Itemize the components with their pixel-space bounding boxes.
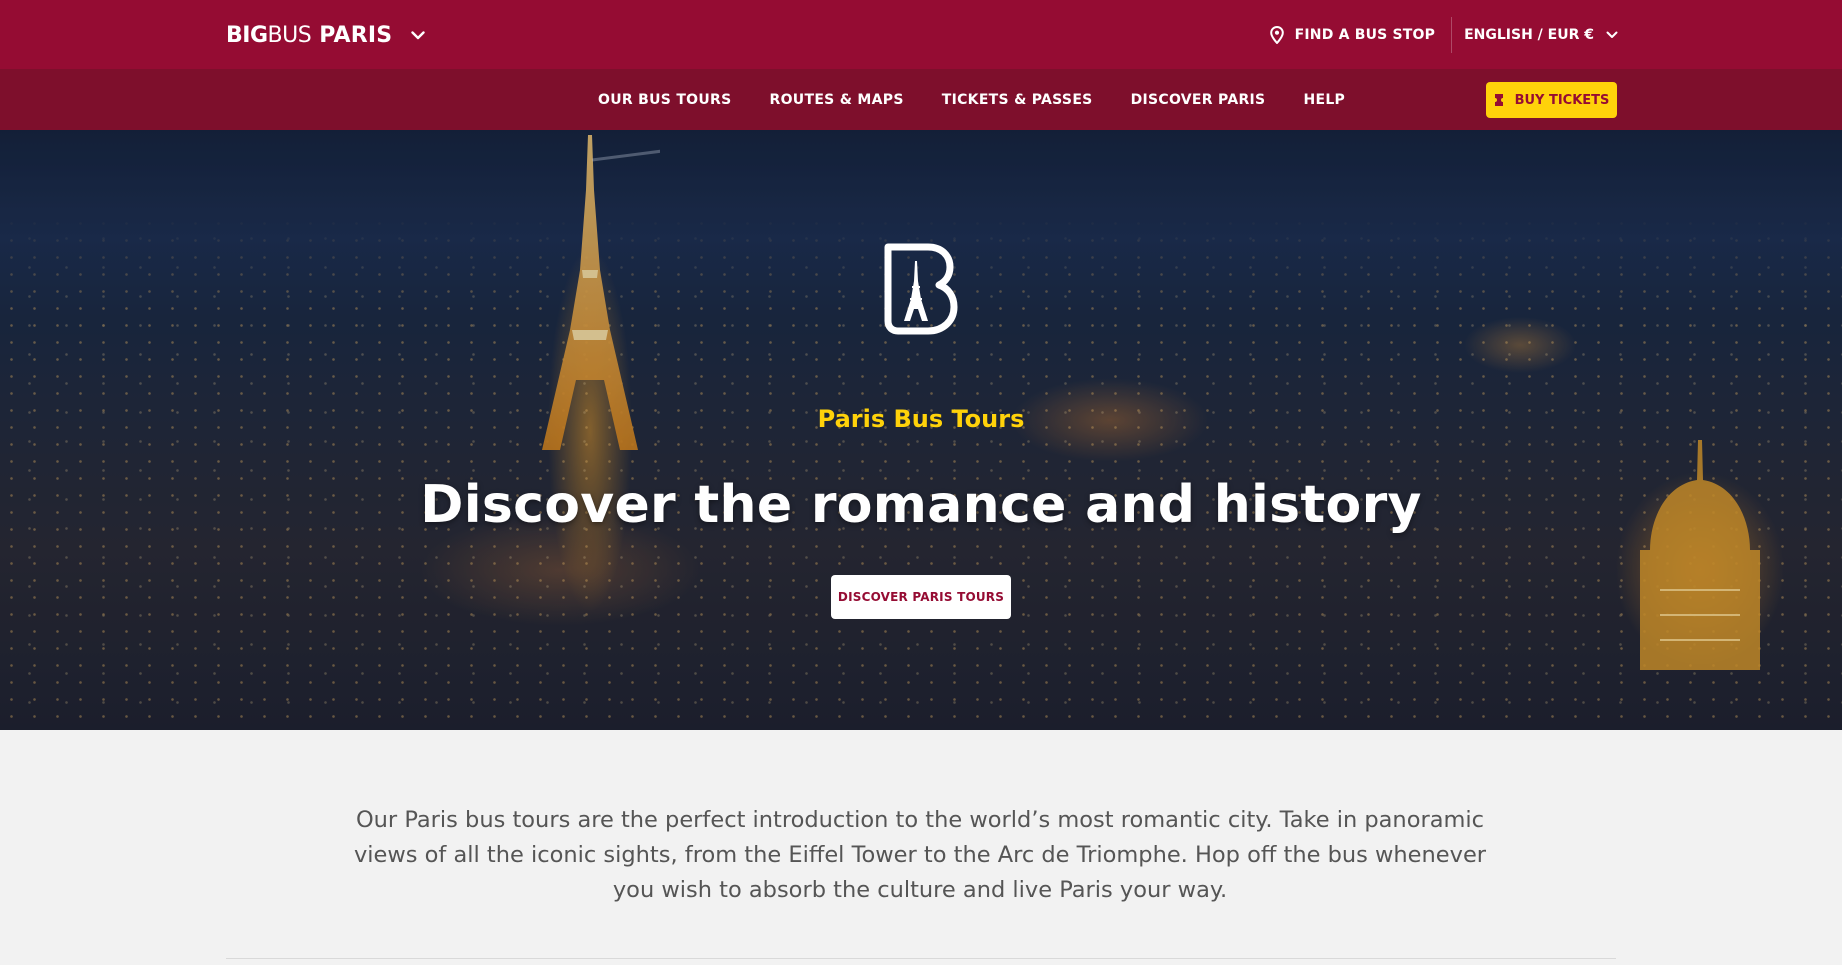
main-nav: OUR BUS TOURS ROUTES & MAPS TICKETS & PA…	[0, 69, 1842, 130]
nav-item-discover-paris[interactable]: DISCOVER PARIS	[1131, 92, 1266, 108]
hero-title: Discover the romance and history	[420, 475, 1422, 535]
find-bus-stop-label: FIND A BUS STOP	[1294, 26, 1436, 43]
nav-item-our-bus-tours[interactable]: OUR BUS TOURS	[598, 92, 732, 108]
discover-paris-tours-button[interactable]: DISCOVER PARIS TOURS	[831, 575, 1011, 619]
top-bar: BIG BUS PARIS FIND A BUS STOP ENGLISH / E…	[0, 0, 1842, 69]
nav-item-help[interactable]: HELP	[1303, 92, 1345, 108]
nav-item-routes-maps[interactable]: ROUTES & MAPS	[770, 92, 904, 108]
language-currency-label: ENGLISH / EUR €	[1464, 26, 1594, 43]
nav-items: OUR BUS TOURS ROUTES & MAPS TICKETS & PA…	[598, 69, 1383, 130]
logo-bus-text: BUS	[267, 22, 312, 48]
buy-tickets-button[interactable]: BUY TICKETS	[1486, 82, 1617, 118]
logo-city-text: PARIS	[319, 22, 393, 48]
big-bus-b-eiffel-logo-icon	[884, 243, 958, 335]
logo-big-text: BIG	[226, 22, 268, 48]
section-divider	[226, 958, 1616, 959]
hero-kicker: Paris Bus Tours	[817, 405, 1025, 433]
location-pin-icon	[1269, 25, 1286, 44]
chevron-down-icon	[1606, 28, 1620, 42]
utility-links: FIND A BUS STOP ENGLISH / EUR €	[1269, 0, 1620, 69]
chevron-down-icon[interactable]	[410, 27, 426, 43]
ticket-icon	[1494, 93, 1506, 107]
language-currency-selector[interactable]: ENGLISH / EUR €	[1452, 17, 1620, 53]
nav-item-tickets-passes[interactable]: TICKETS & PASSES	[942, 92, 1093, 108]
intro-paragraph: Our Paris bus tours are the perfect intr…	[353, 807, 1487, 903]
bigbus-paris-logo[interactable]: BIG BUS PARIS	[226, 20, 426, 50]
find-bus-stop-link[interactable]: FIND A BUS STOP	[1269, 16, 1453, 53]
buy-tickets-label: BUY TICKETS	[1514, 92, 1610, 108]
